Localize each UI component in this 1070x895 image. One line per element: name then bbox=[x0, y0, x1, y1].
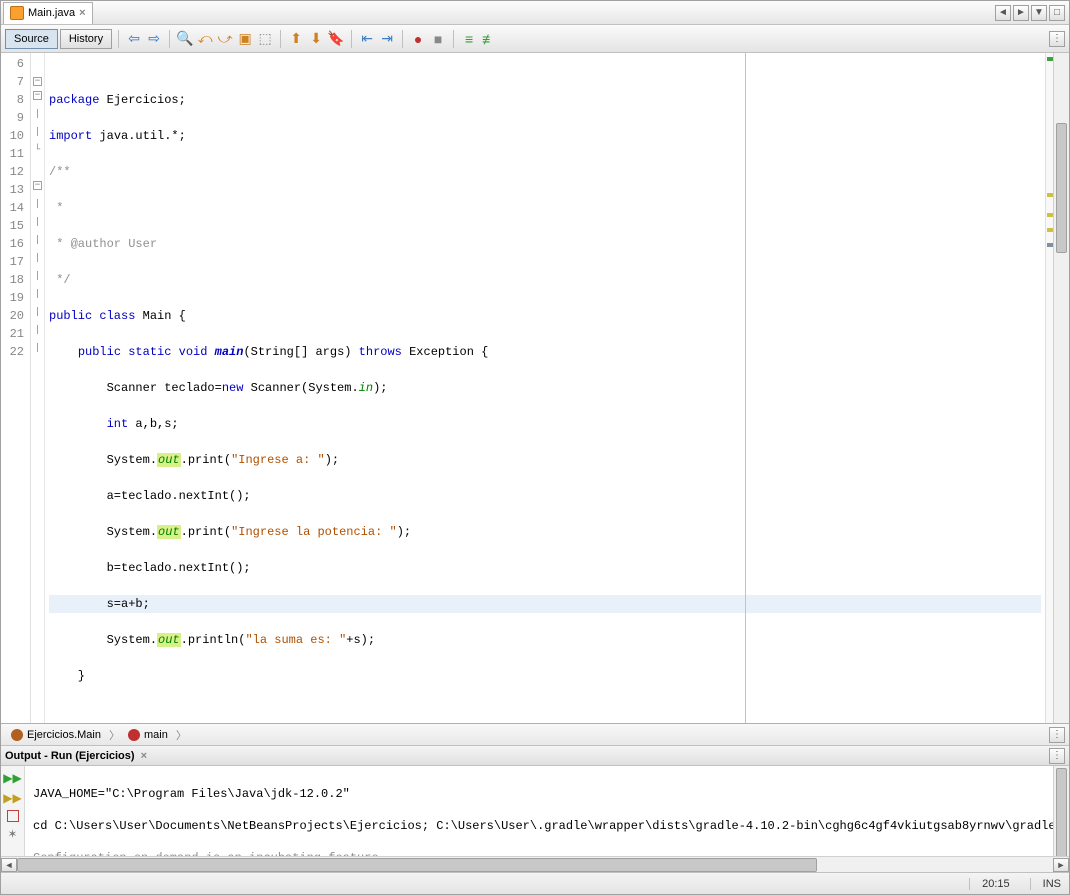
shift-left-icon[interactable]: ⇤ bbox=[358, 30, 376, 48]
separator bbox=[169, 30, 170, 48]
close-output-icon[interactable]: × bbox=[141, 750, 147, 762]
source-view-button[interactable]: Source bbox=[5, 29, 58, 49]
scroll-left-button[interactable]: ◄ bbox=[995, 5, 1011, 21]
output-panel: ▶▶ ▶▶ ✶ JAVA_HOME="C:\Program Files\Java… bbox=[1, 766, 1069, 856]
toggle-highlight-icon[interactable]: ▣ bbox=[236, 30, 254, 48]
class-icon bbox=[11, 729, 23, 741]
code-editor[interactable]: 678910111213141516171819202122 − − ||└ −… bbox=[1, 53, 1069, 724]
scroll-left-arrow-icon[interactable]: ◄ bbox=[1, 858, 17, 872]
breadcrumb-method[interactable]: main bbox=[122, 726, 174, 744]
fold-toggle-icon[interactable]: − bbox=[33, 77, 42, 86]
output-menu-button[interactable]: ⋮ bbox=[1049, 748, 1065, 764]
next-bookmark-icon[interactable]: ⬇ bbox=[307, 30, 325, 48]
editor-vscrollbar[interactable] bbox=[1053, 53, 1069, 723]
maximize-button[interactable]: □ bbox=[1049, 5, 1065, 21]
output-hscrollbar[interactable]: ◄ ► bbox=[1, 856, 1069, 872]
history-view-button[interactable]: History bbox=[60, 29, 112, 49]
find-selection-icon[interactable]: 🔍 bbox=[176, 30, 194, 48]
status-bar: 20:15 INS bbox=[1, 872, 1069, 894]
chevron-right-icon: 〉 bbox=[109, 727, 120, 743]
fold-toggle-icon[interactable]: − bbox=[33, 91, 42, 100]
output-header: Output - Run (Ejercicios) × ⋮ bbox=[1, 746, 1069, 766]
separator bbox=[402, 30, 403, 48]
scrollbar-thumb[interactable] bbox=[1056, 123, 1067, 253]
separator bbox=[351, 30, 352, 48]
output-vscrollbar[interactable] bbox=[1053, 766, 1069, 856]
scroll-right-arrow-icon[interactable]: ► bbox=[1053, 858, 1069, 872]
separator bbox=[118, 30, 119, 48]
shift-right-icon[interactable]: ⇥ bbox=[378, 30, 396, 48]
insert-mode: INS bbox=[1030, 878, 1061, 890]
find-prev-icon[interactable]: ⤺ bbox=[196, 30, 214, 48]
code-area[interactable]: package Ejercicios; import java.util.*; … bbox=[45, 53, 1045, 723]
method-icon bbox=[128, 729, 140, 741]
cursor-position: 20:15 bbox=[969, 878, 1010, 890]
nav-forward-icon[interactable]: ⇨ bbox=[145, 30, 163, 48]
stop-icon[interactable] bbox=[7, 810, 19, 822]
overview-strip[interactable] bbox=[1045, 53, 1053, 723]
separator bbox=[453, 30, 454, 48]
hscroll-track[interactable] bbox=[17, 858, 1053, 872]
tabbar-controls: ◄ ► ▼ □ bbox=[995, 5, 1069, 21]
prev-bookmark-icon[interactable]: ⬆ bbox=[287, 30, 305, 48]
console-output[interactable]: JAVA_HOME="C:\Program Files\Java\jdk-12.… bbox=[25, 766, 1053, 856]
file-tab-label: Main.java bbox=[28, 7, 75, 19]
toggle-rect-icon[interactable]: ⬚ bbox=[256, 30, 274, 48]
toolbar-menu-button[interactable]: ⋮ bbox=[1049, 31, 1065, 47]
rerun-icon[interactable]: ▶▶ bbox=[5, 770, 21, 786]
line-gutter: 678910111213141516171819202122 bbox=[1, 53, 31, 723]
output-title: Output - Run (Ejercicios) bbox=[5, 750, 135, 762]
file-tab-main[interactable]: Main.java × bbox=[3, 2, 93, 24]
rerun-alt-icon[interactable]: ▶▶ bbox=[5, 790, 21, 806]
output-sidebar: ▶▶ ▶▶ ✶ bbox=[1, 766, 25, 856]
editor-tabbar: Main.java × ◄ ► ▼ □ bbox=[1, 1, 1069, 25]
nav-back-icon[interactable]: ⇦ bbox=[125, 30, 143, 48]
macro-record-icon[interactable]: ● bbox=[409, 30, 427, 48]
java-file-icon bbox=[10, 6, 24, 20]
breadcrumb-menu-button[interactable]: ⋮ bbox=[1049, 727, 1065, 743]
margin-line bbox=[745, 53, 746, 723]
scrollbar-thumb[interactable] bbox=[17, 858, 817, 872]
dropdown-button[interactable]: ▼ bbox=[1031, 5, 1047, 21]
uncomment-icon[interactable]: ≢ bbox=[480, 30, 498, 48]
scrollbar-thumb[interactable] bbox=[1056, 768, 1067, 856]
fold-column[interactable]: − − ||└ − ||||||||| bbox=[31, 53, 45, 723]
separator bbox=[280, 30, 281, 48]
editor-toolbar: Source History ⇦ ⇨ 🔍 ⤺ ⤻ ▣ ⬚ ⬆ ⬇ 🔖 ⇤ ⇥ ●… bbox=[1, 25, 1069, 53]
chevron-right-icon: 〉 bbox=[176, 727, 187, 743]
breadcrumb-bar: Ejercicios.Main 〉 main 〉 ⋮ bbox=[1, 724, 1069, 746]
close-tab-icon[interactable]: × bbox=[79, 7, 85, 19]
comment-icon[interactable]: ≡ bbox=[460, 30, 478, 48]
macro-stop-icon[interactable]: ■ bbox=[429, 30, 447, 48]
find-next-icon[interactable]: ⤻ bbox=[216, 30, 234, 48]
fold-toggle-icon[interactable]: − bbox=[33, 181, 42, 190]
scroll-right-button[interactable]: ► bbox=[1013, 5, 1029, 21]
breadcrumb-class[interactable]: Ejercicios.Main bbox=[5, 726, 107, 744]
toggle-bookmark-icon[interactable]: 🔖 bbox=[327, 30, 345, 48]
settings-icon[interactable]: ✶ bbox=[5, 826, 21, 842]
